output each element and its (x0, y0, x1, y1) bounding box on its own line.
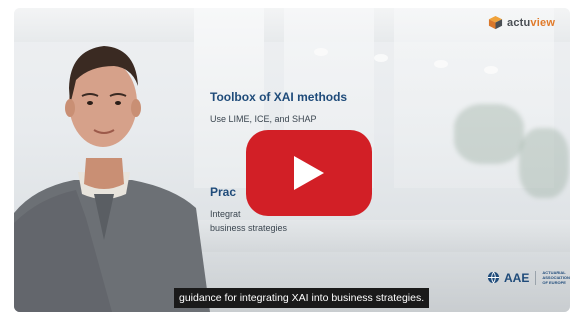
slide-heading-toolbox: Toolbox of XAI methods (210, 90, 348, 104)
slide-text-integrate: Integrat (210, 209, 241, 219)
background-lamp (484, 66, 498, 74)
aae-badge: AAE ACTUARIAL ASSOCIATION OF EUROPE (487, 270, 572, 285)
background-plant (519, 128, 569, 198)
slide-text-business: business strategies (210, 223, 288, 233)
background-plant (454, 104, 524, 164)
presenter-image (14, 46, 210, 312)
play-icon (294, 156, 324, 190)
aae-full-name: ACTUARIAL ASSOCIATION OF EUROPE (542, 270, 570, 285)
background-lamp (314, 48, 328, 56)
brand-name-part1: actu (507, 16, 531, 29)
slide-heading-practical: Prac (210, 185, 237, 199)
background-lamp (374, 54, 388, 62)
globe-icon (487, 271, 500, 284)
slide-text-methods: Use LIME, ICE, and SHAP (210, 114, 317, 124)
brand-logo: actuview (488, 15, 555, 30)
aae-separator (535, 270, 537, 285)
aae-name: AAE (504, 270, 530, 285)
brand-name-part2: view (530, 16, 556, 29)
play-button[interactable] (246, 130, 372, 216)
video-player[interactable]: Toolbox of XAI methods Use LIME, ICE, an… (14, 8, 570, 312)
cube-icon (488, 15, 503, 30)
background-lamp (434, 60, 448, 68)
video-caption: guidance for integrating XAI into busine… (174, 288, 430, 308)
